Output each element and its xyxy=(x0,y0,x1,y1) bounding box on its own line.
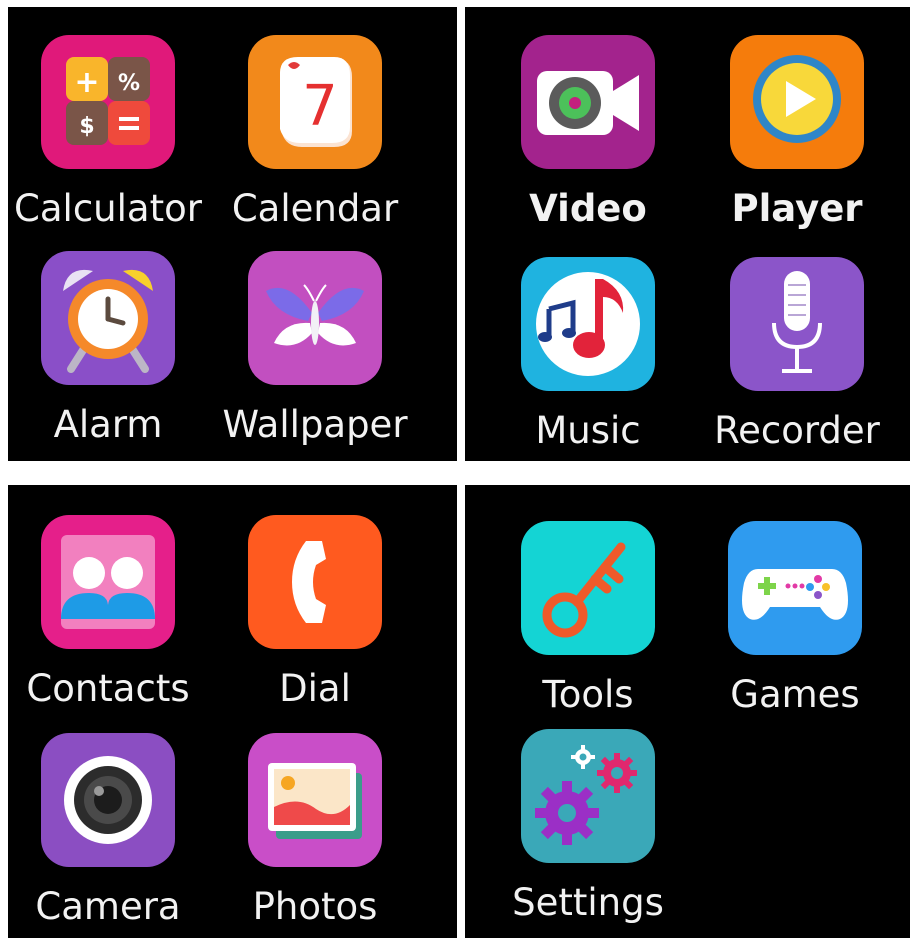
microphone-icon xyxy=(730,257,864,391)
home-screen-page-4: Tools Games Settings xyxy=(465,485,910,938)
video-label: Video xyxy=(529,187,647,230)
calculator-label: Calculator xyxy=(14,187,202,230)
player-label: Player xyxy=(731,187,863,230)
calculator-icon: + % $ xyxy=(41,35,175,169)
calendar-icon: 7 xyxy=(248,35,382,169)
camera-lens-icon xyxy=(41,733,175,867)
music-label: Music xyxy=(535,409,641,452)
gears-icon xyxy=(521,729,655,863)
svg-text:%: % xyxy=(118,71,140,96)
contacts-label: Contacts xyxy=(26,667,190,710)
play-icon xyxy=(730,35,864,169)
calendar-label: Calendar xyxy=(231,187,399,230)
recorder-label: Recorder xyxy=(714,409,880,452)
home-screen-page-3: Contacts Dial Camera Photos xyxy=(8,485,457,938)
alarm-label: Alarm xyxy=(53,403,163,446)
svg-text:$: $ xyxy=(79,114,94,139)
phone-handset-icon xyxy=(248,515,382,649)
svg-text:+: + xyxy=(74,65,99,100)
camera-label: Camera xyxy=(35,885,181,928)
video-camera-icon xyxy=(521,35,655,169)
gamepad-icon xyxy=(728,521,862,655)
photos-icon xyxy=(248,733,382,867)
alarm-clock-icon xyxy=(41,251,175,385)
photos-label: Photos xyxy=(252,885,378,928)
wallpaper-label: Wallpaper xyxy=(222,403,408,446)
games-label: Games xyxy=(730,673,860,716)
contacts-icon xyxy=(41,515,175,649)
settings-label: Settings xyxy=(512,881,664,924)
tools-label: Tools xyxy=(542,673,634,716)
dial-label: Dial xyxy=(279,667,351,710)
home-screen-page-2: Video Player Music Recorder xyxy=(465,7,910,461)
key-icon xyxy=(521,521,655,655)
home-screen-page-1: + % $ Calculator 7 Calendar Alarm Wallpa… xyxy=(8,7,457,461)
music-note-icon xyxy=(521,257,655,391)
calendar-day: 7 xyxy=(302,74,338,139)
butterfly-icon xyxy=(248,251,382,385)
